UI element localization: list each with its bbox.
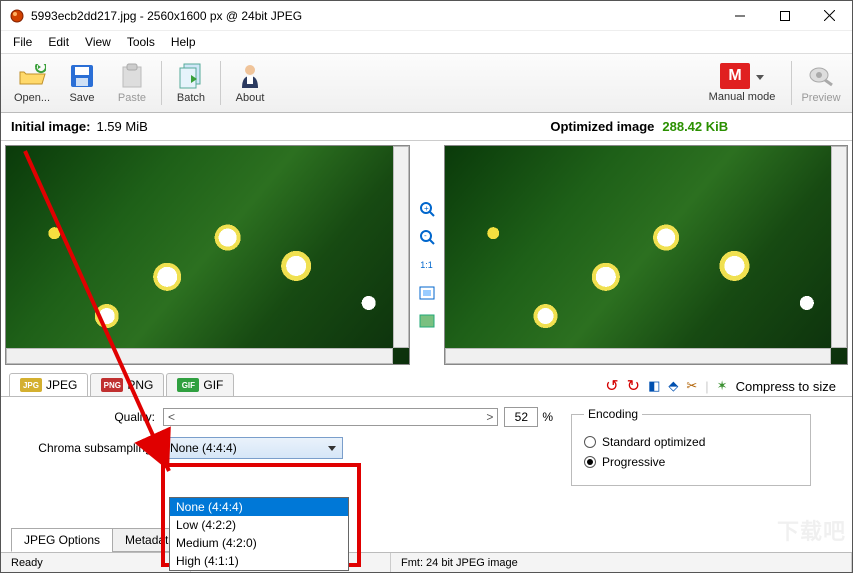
menu-help[interactable]: Help [163,33,204,51]
toolbar: Open... Save Paste Batch About M Manual … [1,53,852,113]
menu-file[interactable]: File [5,33,40,51]
quality-label: Quality: [13,410,163,424]
flip-v-icon[interactable]: ⬘ [668,378,678,394]
preview-button[interactable]: Preview [796,56,846,110]
statusbar: Ready Fmt: 24 bit JPEG image [1,552,852,572]
image-header: Initial image: 1.59 MiB Optimized image … [1,113,852,141]
quality-input[interactable] [504,407,538,427]
chroma-label: Chroma subsampling: [13,441,163,455]
image-row: + - 1:1 [1,141,852,369]
manual-mode-icon: M [720,63,750,89]
scrollbar-horizontal[interactable] [445,348,832,364]
paste-button[interactable]: Paste [107,56,157,110]
initial-image-pane[interactable] [5,145,410,365]
percent-label: % [542,410,553,424]
chroma-option-low[interactable]: Low (4:2:2) [170,516,348,534]
optimized-image-size: 288.42 KiB [662,119,728,134]
optimized-image-label: Optimized image [550,119,654,134]
toolbar-sep [791,61,792,105]
tab-gif[interactable]: GIFGIF [166,373,234,396]
tab-png[interactable]: PNGPNG [90,373,164,396]
encoding-fieldset: Encoding Standard optimized Progressive [571,407,811,486]
flip-h-icon[interactable]: ◧ [648,378,660,394]
watermark: 下载吧 [777,514,846,546]
svg-text:-: - [424,231,427,240]
batch-button[interactable]: Batch [166,56,216,110]
menubar: File Edit View Tools Help [1,31,852,53]
window-title: 5993ecb2dd217.jpg - 2560x1600 px @ 24bit… [31,9,717,23]
scrollbar-horizontal[interactable] [6,348,393,364]
initial-image-label: Initial image: [11,119,90,134]
maximize-button[interactable] [762,1,807,30]
open-button[interactable]: Open... [7,56,57,110]
compress-gear-icon: ✶ [717,378,728,394]
titlebar: 5993ecb2dd217.jpg - 2560x1600 px @ 24bit… [1,1,852,31]
png-badge-icon: PNG [101,378,123,392]
quality-slider[interactable]: <> [163,408,498,426]
chroma-option-high[interactable]: High (4:1:1) [170,552,348,570]
zoom-out-icon[interactable]: - [418,228,436,246]
gif-badge-icon: GIF [177,378,199,392]
bottom-tabs: JPEG Options Metadata [11,528,187,552]
preview-icon [807,62,835,90]
toolbar-sep [161,61,162,105]
zoom-actual-button[interactable]: 1:1 [418,256,436,274]
crop-icon[interactable]: ✂ [686,378,697,394]
radio-standard[interactable]: Standard optimized [584,435,798,449]
menu-view[interactable]: View [77,33,119,51]
menu-tools[interactable]: Tools [119,33,163,51]
paste-icon [118,62,146,90]
chevron-down-icon [756,75,764,80]
image-content [445,146,848,364]
save-icon [68,62,96,90]
fullscreen-icon[interactable] [418,312,436,330]
chroma-option-medium[interactable]: Medium (4:2:0) [170,534,348,552]
folder-open-icon [18,62,46,90]
zoom-toolbar: + - 1:1 [414,141,440,369]
about-button[interactable]: About [225,56,275,110]
encoding-legend: Encoding [584,407,642,421]
zoom-fit-icon[interactable] [418,284,436,302]
compress-to-size-button[interactable]: Compress to size [736,379,836,394]
format-tabs: JPGJPEG PNGPNG GIFGIF ↺ ↻ ◧ ⬘ ✂ | ✶ Comp… [1,369,852,397]
jpeg-badge-icon: JPG [20,378,42,392]
chroma-option-none[interactable]: None (4:4:4) [170,498,348,516]
close-button[interactable] [807,1,852,30]
zoom-in-icon[interactable]: + [418,200,436,218]
scrollbar-vertical[interactable] [831,146,847,348]
save-button[interactable]: Save [57,56,107,110]
tab-jpeg-options[interactable]: JPEG Options [11,528,113,552]
manual-mode-button[interactable]: M Manual mode [697,56,787,110]
chroma-dropdown-list[interactable]: None (4:4:4) Low (4:2:2) Medium (4:2:0) … [169,497,349,571]
minimize-button[interactable] [717,1,762,30]
toolbar-sep [220,61,221,105]
rotate-ccw-icon[interactable]: ↺ [605,376,618,396]
scrollbar-vertical[interactable] [393,146,409,348]
chroma-value: None (4:4:4) [170,441,237,455]
radio-progressive[interactable]: Progressive [584,455,798,469]
controls-area: Quality: <> % Chroma subsampling: None (… [1,397,852,486]
batch-icon [177,62,205,90]
chevron-down-icon [328,446,336,451]
about-icon [236,62,264,90]
app-icon [9,8,25,24]
status-ready: Ready [1,553,191,572]
svg-text:+: + [424,204,429,213]
chroma-dropdown[interactable]: None (4:4:4) [163,437,343,459]
tab-jpeg[interactable]: JPGJPEG [9,373,88,396]
rotate-cw-icon[interactable]: ↻ [627,376,640,396]
image-content [6,146,409,364]
optimized-image-pane[interactable] [444,145,849,365]
menu-edit[interactable]: Edit [40,33,77,51]
initial-image-size: 1.59 MiB [96,119,147,134]
status-format: Fmt: 24 bit JPEG image [391,553,852,572]
